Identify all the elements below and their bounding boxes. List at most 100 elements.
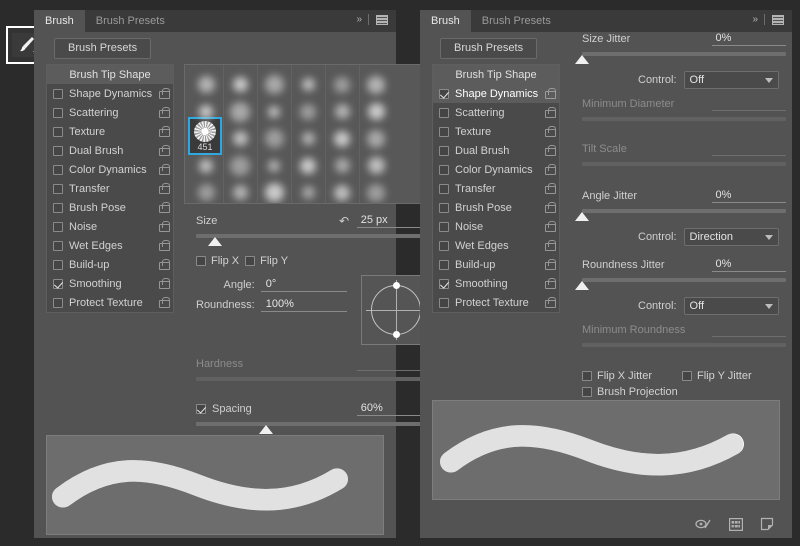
- checkbox-texture[interactable]: [53, 126, 63, 137]
- checkbox-scattering[interactable]: [53, 107, 63, 118]
- size-slider-knob[interactable]: [207, 237, 222, 246]
- brush-projection-item[interactable]: Brush Projection: [582, 386, 678, 398]
- checkbox-noise[interactable]: [53, 221, 63, 232]
- lock-icon[interactable]: [545, 164, 556, 175]
- lock-icon[interactable]: [545, 107, 556, 118]
- panel-menu-icon[interactable]: [376, 14, 388, 25]
- angle-jitter-slider[interactable]: [575, 208, 786, 222]
- checkbox-wet-edges[interactable]: [439, 240, 449, 251]
- checkbox-protect-texture[interactable]: [53, 297, 63, 308]
- brush-thumbnail[interactable]: [230, 101, 250, 122]
- option-header-brush-tip-shape[interactable]: Brush Tip Shape: [47, 65, 173, 84]
- brush-thumbnail[interactable]: [300, 157, 316, 174]
- lock-icon[interactable]: [159, 202, 170, 213]
- checkbox-build-up[interactable]: [439, 259, 449, 270]
- brush-thumbnail[interactable]: [334, 130, 350, 147]
- flip-x-item[interactable]: Flip X: [196, 255, 239, 267]
- brush-thumbnail[interactable]: [367, 129, 385, 148]
- option-row-dual-brush[interactable]: Dual Brush: [433, 141, 559, 160]
- lock-icon[interactable]: [545, 183, 556, 194]
- brush-thumbnail[interactable]: [300, 103, 316, 120]
- lock-icon[interactable]: [545, 278, 556, 289]
- tab-brush-presets-right[interactable]: Brush Presets: [471, 10, 562, 32]
- roundness-control-dropdown[interactable]: Off: [683, 297, 779, 315]
- option-row-dual-brush[interactable]: Dual Brush: [47, 141, 173, 160]
- lock-icon[interactable]: [545, 126, 556, 137]
- checkbox-transfer[interactable]: [439, 183, 449, 194]
- dial-handle-top[interactable]: [392, 282, 400, 289]
- option-row-transfer[interactable]: Transfer: [47, 179, 173, 198]
- checkbox-smoothing[interactable]: [53, 278, 63, 289]
- checkbox-shape-dynamics[interactable]: [53, 88, 63, 99]
- option-row-shape-dynamics[interactable]: Shape Dynamics: [47, 84, 173, 103]
- lock-icon[interactable]: [545, 221, 556, 232]
- brush-thumbnail[interactable]: [268, 159, 280, 172]
- lock-icon[interactable]: [159, 221, 170, 232]
- angle-jitter-value[interactable]: 0%: [711, 189, 786, 203]
- option-row-protect-texture[interactable]: Protect Texture: [47, 293, 173, 312]
- flip-x-jitter-item[interactable]: Flip X Jitter: [582, 370, 682, 382]
- roundness-value[interactable]: 100%: [260, 298, 347, 312]
- checkbox-transfer[interactable]: [53, 183, 63, 194]
- spacing-label-group[interactable]: Spacing: [196, 403, 252, 415]
- lock-icon[interactable]: [159, 259, 170, 270]
- checkbox-brush-pose[interactable]: [53, 202, 63, 213]
- option-row-noise[interactable]: Noise: [433, 217, 559, 236]
- roundness-jitter-value[interactable]: 0%: [711, 258, 786, 272]
- tab-brush-right[interactable]: Brush: [420, 10, 471, 32]
- flip-y-item[interactable]: Flip Y: [245, 255, 288, 267]
- option-row-texture[interactable]: Texture: [47, 122, 173, 141]
- lock-icon[interactable]: [545, 202, 556, 213]
- brush-thumbnail[interactable]: [264, 129, 284, 148]
- selected-brush-cell[interactable]: 451: [188, 117, 222, 155]
- lock-icon[interactable]: [159, 297, 170, 308]
- lock-icon[interactable]: [159, 183, 170, 194]
- angle-value[interactable]: 0°: [260, 278, 347, 292]
- option-row-build-up[interactable]: Build-up: [433, 255, 559, 274]
- option-row-scattering[interactable]: Scattering: [433, 103, 559, 122]
- checkbox-brush-pose[interactable]: [439, 202, 449, 213]
- brush-thumbnail[interactable]: [301, 186, 315, 199]
- checkbox-flip-y-jitter[interactable]: [682, 371, 692, 381]
- brush-thumbnail[interactable]: [199, 104, 213, 119]
- brush-thumbnail-grid[interactable]: 451: [184, 64, 432, 204]
- lock-icon[interactable]: [545, 240, 556, 251]
- lock-icon[interactable]: [159, 126, 170, 137]
- checkbox-spacing[interactable]: [196, 404, 206, 414]
- lock-icon[interactable]: [545, 145, 556, 156]
- brush-thumbnail[interactable]: [199, 158, 213, 173]
- brush-presets-button-left[interactable]: Brush Presets: [54, 37, 152, 59]
- checkbox-shape-dynamics[interactable]: [439, 88, 449, 99]
- brush-thumbnail[interactable]: [230, 155, 250, 176]
- collapse-chevrons-icon[interactable]: »: [356, 14, 361, 25]
- option-row-wet-edges[interactable]: Wet Edges: [47, 236, 173, 255]
- brush-thumbnail[interactable]: [334, 104, 350, 119]
- checkbox-build-up[interactable]: [53, 259, 63, 270]
- reset-arrow-icon[interactable]: ↷: [339, 214, 349, 228]
- checkbox-flip-x[interactable]: [196, 256, 206, 266]
- lock-icon[interactable]: [159, 107, 170, 118]
- option-row-brush-pose[interactable]: Brush Pose: [433, 198, 559, 217]
- brush-thumbnail[interactable]: [367, 103, 385, 120]
- brush-thumbnail[interactable]: [232, 131, 248, 146]
- option-row-color-dynamics[interactable]: Color Dynamics: [433, 160, 559, 179]
- brush-thumbnail[interactable]: [301, 132, 315, 145]
- roundness-jitter-slider[interactable]: [575, 277, 786, 291]
- checkbox-smoothing[interactable]: [439, 278, 449, 289]
- size-slider[interactable]: [196, 233, 431, 247]
- option-row-texture[interactable]: Texture: [433, 122, 559, 141]
- option-row-color-dynamics[interactable]: Color Dynamics: [47, 160, 173, 179]
- tab-brush-left[interactable]: Brush: [34, 10, 85, 32]
- brush-thumbnail[interactable]: [367, 75, 385, 94]
- new-brush-icon[interactable]: [760, 517, 774, 531]
- checkbox-dual-brush[interactable]: [439, 145, 449, 156]
- tab-brush-presets-left[interactable]: Brush Presets: [85, 10, 176, 32]
- checkbox-color-dynamics[interactable]: [439, 164, 449, 175]
- lock-icon[interactable]: [159, 88, 170, 99]
- option-row-smoothing[interactable]: Smoothing: [47, 274, 173, 293]
- size-jitter-value[interactable]: 0%: [711, 32, 786, 46]
- lock-icon[interactable]: [545, 88, 556, 99]
- option-row-noise[interactable]: Noise: [47, 217, 173, 236]
- panel-menu-icon[interactable]: [772, 14, 784, 25]
- checkbox-dual-brush[interactable]: [53, 145, 63, 156]
